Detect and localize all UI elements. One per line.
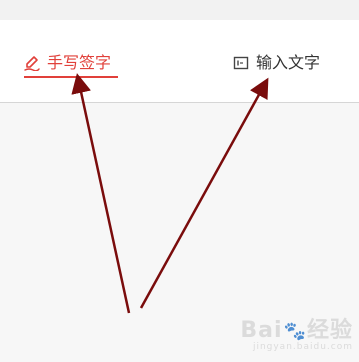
arrow-to-text-tab	[139, 77, 269, 309]
arrow-to-handwrite-tab	[71, 73, 131, 314]
baidu-jingyan-watermark: Bai🐾经验 jingyan.baidu.com	[240, 318, 353, 352]
paw-icon: 🐾	[283, 321, 306, 342]
annotation-arrows	[71, 73, 269, 314]
